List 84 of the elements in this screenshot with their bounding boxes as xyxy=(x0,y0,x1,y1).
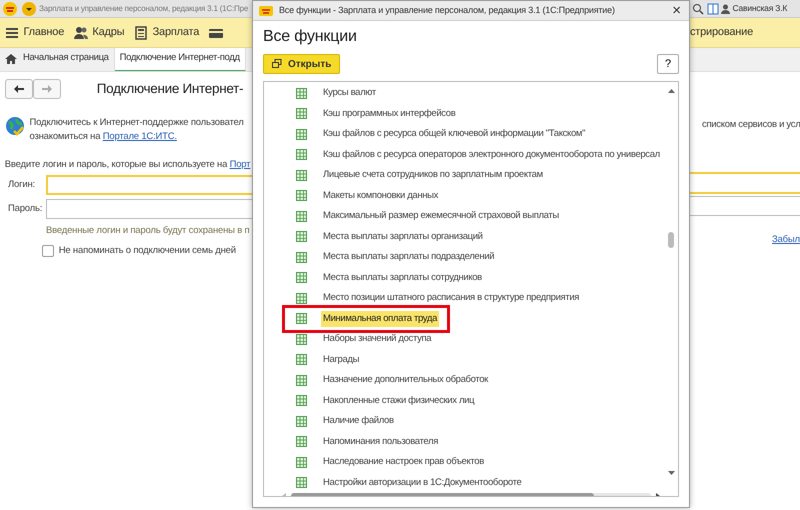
open-button[interactable]: Открыть xyxy=(263,54,340,74)
table-icon xyxy=(296,436,307,448)
table-icon xyxy=(296,231,307,242)
back-button[interactable] xyxy=(4,79,33,99)
list-item[interactable]: Кэш файлов с ресурса операторов электронного документооборота по универсал xyxy=(264,144,665,165)
list-item[interactable]: Места выплаты зарплаты сотрудников xyxy=(264,268,665,288)
user-icon xyxy=(721,4,730,14)
page-title: Подключение Интернет- xyxy=(96,80,244,98)
list-item[interactable]: Наследование настроек прав объектов xyxy=(264,452,665,472)
section-link[interactable]: стрирование xyxy=(690,24,754,41)
table-icon xyxy=(296,190,307,202)
portal-link[interactable]: Портале 1С:ИТС. xyxy=(102,131,177,142)
dropdown-icon xyxy=(20,0,37,16)
highlight-frame: Минимальная оплата труда xyxy=(282,304,450,333)
table-icon xyxy=(296,477,307,488)
scrollbar-thumb[interactable] xyxy=(668,232,674,248)
forgot-link[interactable]: Забыл xyxy=(772,233,800,248)
app-logo-icon xyxy=(2,0,18,16)
table-icon xyxy=(296,252,307,263)
section-link[interactable]: Кадры xyxy=(74,24,124,41)
table-icon xyxy=(296,313,307,324)
calculator-icon xyxy=(134,26,148,40)
login-field[interactable] xyxy=(46,175,252,196)
dialog-heading: Все функции xyxy=(262,27,358,47)
people-icon xyxy=(74,26,88,40)
app-logo-icon xyxy=(259,4,273,16)
list-item[interactable]: Настройки авторизации в 1С:Документообороте xyxy=(264,472,665,493)
table-icon xyxy=(296,272,307,284)
password-field[interactable] xyxy=(46,199,252,220)
panels-icon xyxy=(706,2,719,14)
login-field[interactable] xyxy=(690,172,800,194)
menu-icon xyxy=(4,26,19,40)
window-title: Зарплата и управление персоналом, редакция 3.1 (1С:Пре xyxy=(39,2,248,14)
table-icon xyxy=(296,292,307,304)
table-icon xyxy=(296,354,307,366)
list-item[interactable]: Максимальный размер ежемесячной страховой выплаты xyxy=(264,206,665,226)
list-item[interactable]: Наличие файлов xyxy=(264,411,665,432)
table-icon xyxy=(296,88,307,99)
list-item[interactable]: Лицевые счета сотрудников по зарплатным проектам xyxy=(264,165,665,186)
login-label: Логин: xyxy=(8,178,36,192)
list-item[interactable]: Кэш программных интерфейсов xyxy=(264,104,665,124)
section-link[interactable]: Главное xyxy=(4,24,64,41)
table-icon xyxy=(296,334,307,345)
arrow-left-icon xyxy=(12,84,25,94)
table-icon xyxy=(296,170,307,181)
table-icon xyxy=(296,149,307,160)
intro-text: Подключитесь к Интернет-поддержке пользовател xyxy=(30,116,244,130)
arrow-right-icon xyxy=(40,84,53,94)
table-icon xyxy=(296,210,307,222)
intro-text: списком сервисов и усл xyxy=(701,118,800,132)
list-item[interactable]: Места выплаты зарплаты подразделений xyxy=(264,247,665,268)
close-button[interactable]: × xyxy=(670,3,683,18)
list-item[interactable]: Кэш файлов с ресурса общей ключевой информации "Такском" xyxy=(264,124,665,144)
home-icon xyxy=(5,52,17,64)
globe-icon xyxy=(4,116,25,136)
scroll-up-icon xyxy=(668,88,675,93)
password-label: Пароль: xyxy=(8,202,44,216)
tab[interactable]: Подключение Интернет-подд xyxy=(114,48,246,71)
list-item[interactable]: Макеты компоновки данных xyxy=(264,186,665,206)
remind-checkbox[interactable]: Не напоминать о подключении семь дней xyxy=(42,244,252,258)
list-item[interactable]: Назначение дополнительных обработок xyxy=(264,370,665,390)
list-item[interactable]: Места выплаты зарплаты организаций xyxy=(264,226,665,247)
list-item[interactable]: Награды xyxy=(264,350,665,370)
scroll-down-icon xyxy=(668,471,675,476)
intro-text: ознакомиться на Портале 1С:ИТС. xyxy=(30,130,178,144)
table-icon xyxy=(296,395,307,406)
list-item[interactable]: Напоминания пользователя xyxy=(264,432,665,452)
login-prompt: Введите логин и пароль, которые вы используете на Порт xyxy=(4,158,252,172)
help-button[interactable]: ? xyxy=(657,54,679,74)
zoom-icon xyxy=(692,2,704,14)
table-icon xyxy=(296,374,307,386)
section-link[interactable]: Зарплата xyxy=(134,24,200,41)
portal-link[interactable]: Порт xyxy=(230,159,250,170)
user-name[interactable]: Савинская З.К xyxy=(732,2,788,15)
list-item[interactable]: Курсы валют xyxy=(264,83,665,104)
table-icon xyxy=(296,456,307,468)
dialog-title: Все функции - Зарплата и управление персоналом, редакция 3.1 (1С:Предприятие) xyxy=(279,4,615,17)
table-icon xyxy=(296,416,307,427)
list-item[interactable]: Накопленные стажи физических лиц xyxy=(264,390,665,411)
password-field[interactable] xyxy=(690,196,800,216)
table-icon xyxy=(296,128,307,140)
table-icon xyxy=(296,108,307,120)
windows-icon xyxy=(272,59,282,69)
hint-text: Введенные логин и пароль будут сохранены в п xyxy=(46,224,250,238)
